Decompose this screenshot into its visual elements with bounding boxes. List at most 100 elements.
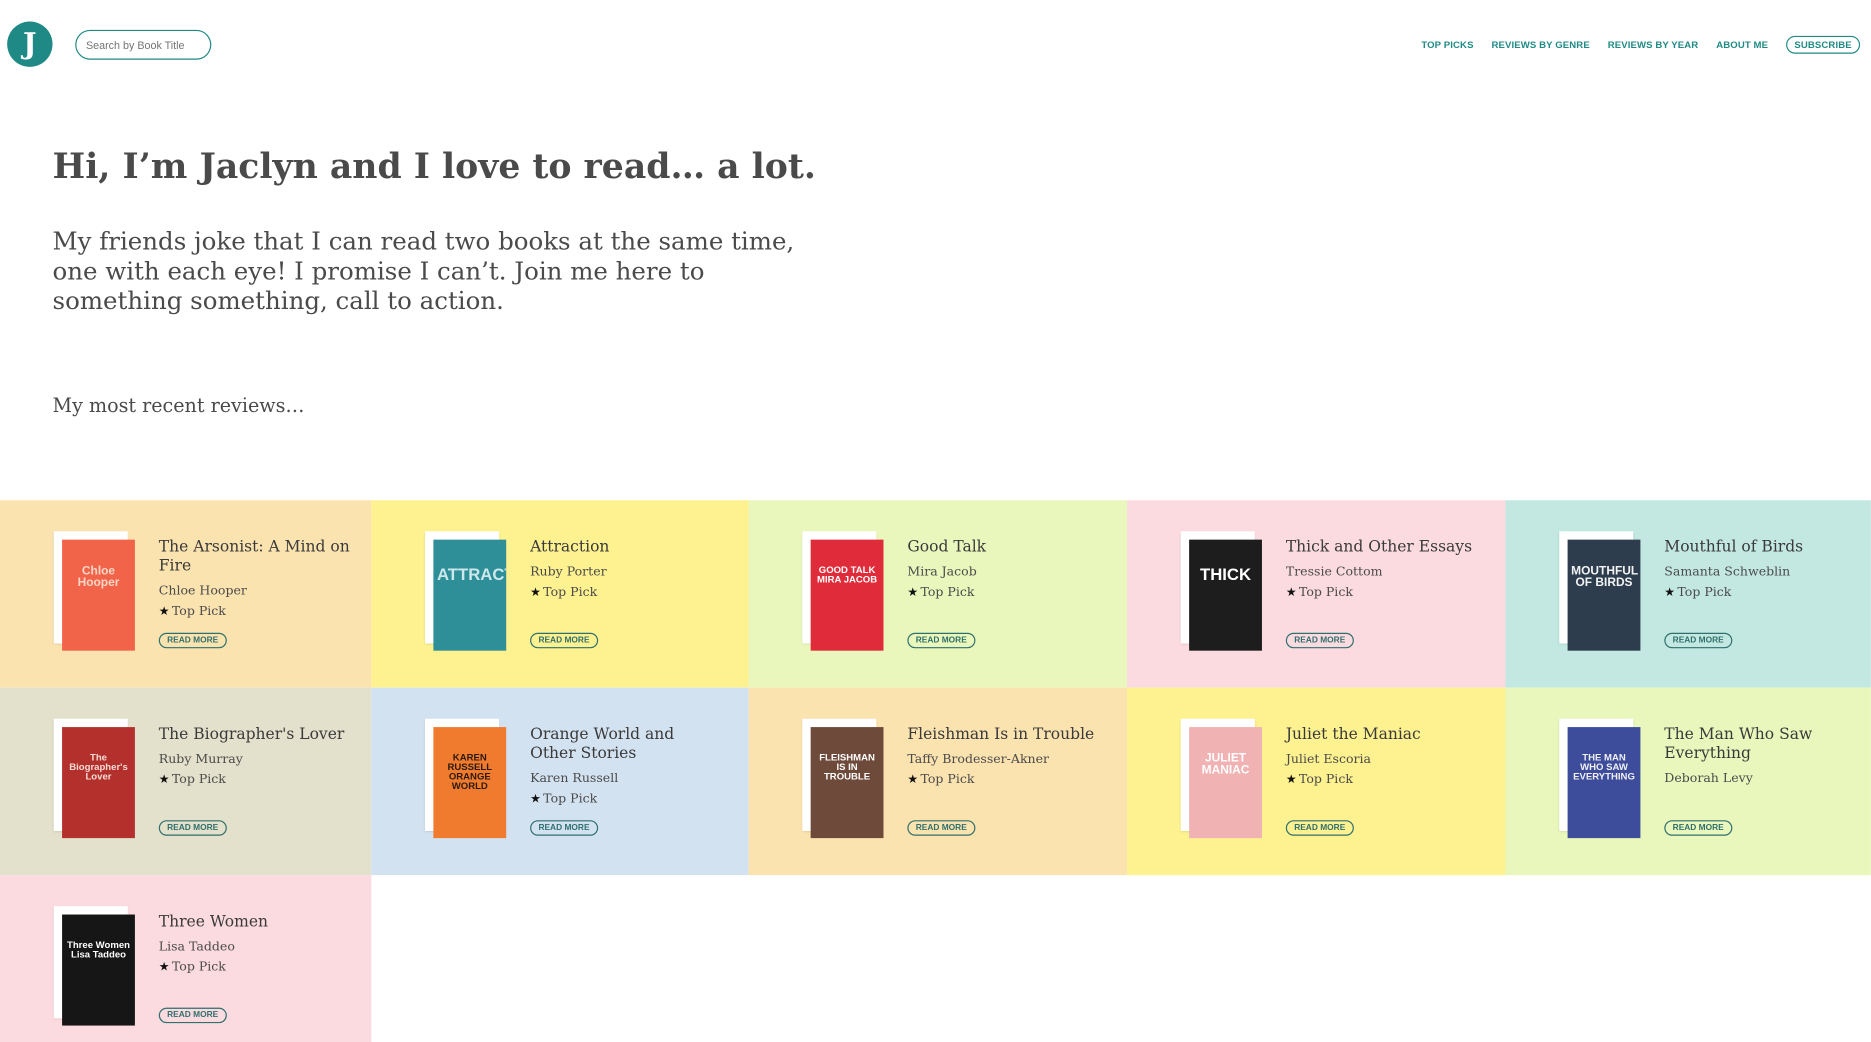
book-cover[interactable]: The Biographer's Lover [53,718,135,839]
top-pick-label: Top Pick [171,604,226,619]
book-cover[interactable]: THICK [1180,531,1262,651]
top-pick-label: Top Pick [1677,585,1732,600]
nav-about-me[interactable]: ABOUT ME [1716,39,1768,50]
read-more-button[interactable]: READ MORE [1285,632,1354,649]
cover-image: MOUTHFUL OF BIRDS [1567,539,1641,651]
review-card[interactable]: Chloe Hooper The Arsonist: A Mind on Fire… [0,500,372,688]
review-card[interactable]: The Biographer's Lover The Biographer's L… [0,687,372,876]
top-pick-label: Top Pick [543,791,598,806]
top-pick-badge: ★ Top Pick [159,604,350,618]
review-info: Mouthful of Birds Samanta Schweblin ★ Top P… [1664,538,1855,599]
read-more-button[interactable]: READ MORE [530,820,598,836]
nav-top-picks[interactable]: TOP PICKS [1421,39,1473,50]
book-author: Samanta Schweblin [1664,564,1791,580]
cover-image: The Biographer's Lover [62,727,135,839]
review-info: Thick and Other Essays Tressie Cottom ★ Top… [1286,538,1477,599]
top-pick-badge: ★ Top Pick [530,585,721,599]
read-more-button[interactable]: READ MORE [1664,820,1733,836]
cover-image: THICK [1189,539,1262,651]
book-author: Ruby Murray [158,752,243,767]
book-title[interactable]: Mouthful of Birds [1664,538,1855,557]
star-icon: ★ [158,773,170,787]
book-author: Karen Russell [530,771,619,786]
read-more-button[interactable]: READ MORE [907,820,976,836]
cover-text: MOUTHFUL OF BIRDS [1571,564,1639,590]
viewport: J TOP PICKS REVIEWS BY GENRE REVIEWS BY … [0,0,1871,1042]
cover-image: THE MAN WHO SAW EVERYTHING [1567,727,1641,839]
review-card[interactable]: THICK Thick and Other Essays Tressie Cotto… [1127,500,1506,688]
search-input[interactable] [75,29,212,60]
book-cover[interactable]: THE MAN WHO SAW EVERYTHING [1559,718,1641,839]
book-title[interactable]: Fleishman Is in Trouble [907,726,1098,745]
book-author: Chloe Hooper [158,583,247,599]
top-pick-badge: ★ Top Pick [1286,585,1477,599]
top-pick-badge: ★ Top Pick [159,960,350,974]
top-pick-label: Top Pick [920,772,975,787]
review-info: The Man Who Saw Everything Deborah Levy [1664,726,1855,792]
book-cover[interactable]: MOUTHFUL OF BIRDS [1559,531,1641,651]
top-pick-label: Top Pick [171,772,226,787]
review-info: Three Women Lisa Taddeo ★ Top Pick [159,913,350,974]
cover-image: JULIET MANIAC [1189,727,1262,839]
cover-image: FLEISHMAN IS IN TROUBLE [810,727,884,839]
book-cover[interactable]: Chloe Hooper [53,531,135,651]
book-title[interactable]: Attraction [530,538,721,557]
read-more-button[interactable]: READ MORE [158,820,227,836]
top-pick-badge: ★ Top Pick [907,772,1098,786]
star-icon: ★ [530,792,541,806]
book-author: Ruby Porter [530,564,607,580]
book-author: Tressie Cottom [1285,564,1383,580]
book-author: Taffy Brodesser-Akner [907,752,1050,767]
cover-text: The Biographer's Lover [69,752,128,783]
top-pick-badge: ★ Top Pick [1664,585,1855,599]
cover-image: ATTRACTION [433,539,507,651]
read-more-button[interactable]: READ MORE [907,632,976,649]
review-card[interactable]: MOUTHFUL OF BIRDS Mouthful of Birds Samant… [1505,500,1871,688]
read-more-button[interactable]: READ MORE [1285,820,1354,836]
read-more-button[interactable]: READ MORE [1664,632,1733,649]
book-title[interactable]: Good Talk [907,538,1098,557]
read-more-button[interactable]: READ MORE [530,632,598,649]
book-author: Mira Jacob [907,564,977,580]
hero-intro: My friends joke that I can read two book… [52,226,795,316]
book-title[interactable]: Thick and Other Essays [1286,538,1477,557]
book-title[interactable]: Orange World and Other Stories [530,726,721,764]
book-title[interactable]: The Man Who Saw Everything [1664,726,1855,764]
review-info: Juliet the Maniac Juliet Escoria ★ Top Pick [1286,726,1477,787]
book-cover[interactable]: KAREN RUSSELL ORANGE WORLD [425,718,507,839]
review-info: Good Talk Mira Jacob ★ Top Pick [907,538,1098,599]
book-title[interactable]: Three Women [159,913,350,932]
book-cover[interactable]: ATTRACTION [425,531,507,651]
review-card[interactable]: FLEISHMAN IS IN TROUBLE Fleishman Is in T… [748,687,1128,876]
read-more-button[interactable]: READ MORE [158,1007,227,1024]
cover-text: JULIET MANIAC [1201,752,1250,778]
review-card[interactable]: KAREN RUSSELL ORANGE WORLD Orange World a… [371,687,749,876]
book-cover[interactable]: JULIET MANIAC [1180,718,1262,839]
read-more-button[interactable]: READ MORE [158,632,227,649]
cover-image: Chloe Hooper [62,539,135,651]
subscribe-button[interactable]: SUBSCRIBE [1786,35,1861,54]
book-cover[interactable]: Three Women Lisa Taddeo [53,906,135,1026]
top-pick-label: Top Pick [1298,772,1353,787]
book-title[interactable]: Juliet the Maniac [1286,726,1477,745]
review-card[interactable]: JULIET MANIAC Juliet the Maniac Juliet Esc… [1127,687,1506,876]
nav-reviews-by-genre[interactable]: REVIEWS BY GENRE [1491,39,1589,50]
site-logo[interactable]: J [7,21,53,67]
book-cover[interactable]: GOOD TALK MIRA JACOB [802,531,884,651]
top-pick-badge: ★ Top Pick [159,772,350,786]
review-card[interactable]: ATTRACTION Attraction Ruby Porter ★Top Pick… [371,500,749,688]
book-title[interactable]: The Biographer's Lover [159,726,350,745]
nav-reviews-by-year[interactable]: REVIEWS BY YEAR [1608,39,1699,50]
star-icon: ★ [1285,586,1297,600]
book-author: Deborah Levy [1664,771,1753,786]
review-info: Attraction Ruby Porter ★ Top Pick [530,538,721,599]
top-pick-label: Top Pick [171,959,226,975]
review-card[interactable]: GOOD TALK MIRA JACOB Good Talk Mira Jacob ★… [748,500,1128,688]
cover-image: Three Women Lisa Taddeo [62,914,135,1026]
top-pick-label: Top Pick [543,585,598,600]
review-card[interactable]: THE MAN WHO SAW EVERYTHING The Man Who Sa… [1505,687,1871,876]
review-card[interactable]: Three Women Lisa Taddeo Three Women Lisa T… [0,875,372,1042]
book-cover[interactable]: FLEISHMAN IS IN TROUBLE [802,718,884,839]
star-icon: ★ [158,605,170,619]
book-title[interactable]: The Arsonist: A Mind on Fire [159,538,350,576]
